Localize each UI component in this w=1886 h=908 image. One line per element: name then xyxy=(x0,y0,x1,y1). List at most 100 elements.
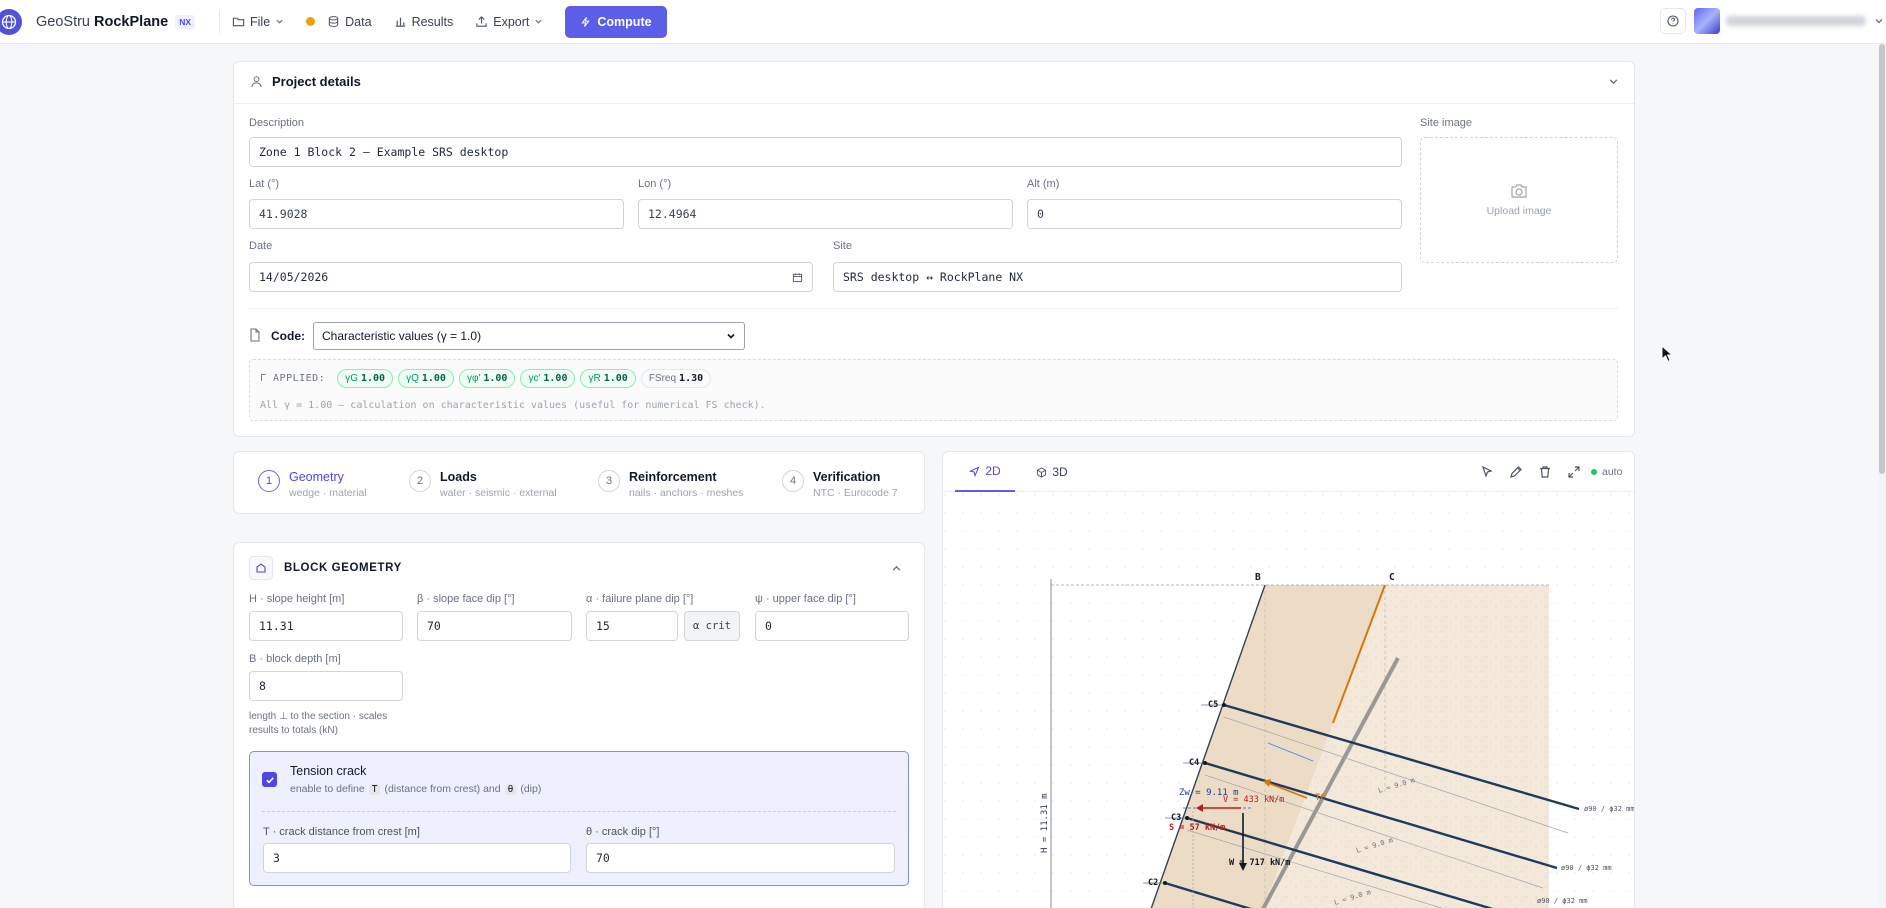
label-s: S = 57 kN/m xyxy=(1169,823,1225,833)
tension-crack-hint: enable to define T (distance from crest)… xyxy=(290,783,541,795)
crack-distance-input[interactable]: 3 xyxy=(263,843,571,873)
data-menu-label: Data xyxy=(345,14,372,29)
project-details-title: Project details xyxy=(272,74,361,89)
file-menu[interactable]: File xyxy=(232,15,284,29)
lat-input[interactable]: 41.9028 xyxy=(249,199,624,229)
step-title: Verification xyxy=(813,470,881,484)
label-c3: C3 xyxy=(1171,813,1181,823)
alt-input[interactable]: 0 xyxy=(1027,199,1402,229)
brand-name: RockPlane xyxy=(94,13,169,30)
avatar[interactable] xyxy=(1694,8,1720,34)
slope-height-input[interactable]: 11.31 xyxy=(249,611,403,641)
tension-crack-checkbox[interactable] xyxy=(262,772,277,787)
project-details-header[interactable]: Project details xyxy=(250,74,361,89)
brand-prefix: GeoStru xyxy=(36,13,90,30)
crack-dip-input[interactable]: 70 xyxy=(586,843,895,873)
globe-icon[interactable] xyxy=(0,8,22,35)
step-geometry[interactable]: 1 Geometry wedge · material xyxy=(258,470,367,499)
crack-dip-label: θ · crack dip [°] xyxy=(586,826,660,838)
upper-face-dip-input[interactable]: 0 xyxy=(755,611,909,641)
chevron-up-icon[interactable] xyxy=(891,563,902,574)
chip-symbol: γφ' xyxy=(466,373,481,384)
date-input[interactable]: 14/05/2026 xyxy=(249,262,813,292)
step-number: 4 xyxy=(782,470,804,492)
expand-icon[interactable] xyxy=(1566,464,1582,480)
compute-button-label: Compute xyxy=(597,14,652,29)
step-subtitle: nails · anchors · meshes xyxy=(629,487,744,499)
results-menu[interactable]: Results xyxy=(394,14,454,29)
chip-value: 1.00 xyxy=(421,373,446,384)
calendar-icon[interactable] xyxy=(792,272,803,283)
results-menu-label: Results xyxy=(411,14,454,29)
step-reinforcement[interactable]: 3 Reinforcement nails · anchors · meshes xyxy=(598,470,743,499)
chip-symbol: γG xyxy=(345,373,358,384)
description-input[interactable]: Zone 1 Block 2 — Example SRS desktop xyxy=(249,137,1402,167)
gamma-chip-g: γG 1.00 xyxy=(337,369,394,388)
gamma-chip-q: γQ 1.00 xyxy=(398,369,454,388)
chevron-down-icon[interactable] xyxy=(1874,16,1884,26)
code-select-value: Characteristic values (γ = 1.0) xyxy=(322,329,482,343)
scrollbar[interactable] xyxy=(1878,44,1886,908)
lon-input[interactable]: 12.4964 xyxy=(638,199,1013,229)
failure-plane-dip-input[interactable]: 15 xyxy=(586,611,678,641)
chip-symbol: γQ xyxy=(406,373,419,384)
chip-value: 1.00 xyxy=(483,373,508,384)
step-number: 2 xyxy=(409,470,431,492)
step-title: Geometry xyxy=(289,470,344,484)
trash-icon[interactable] xyxy=(1537,464,1553,480)
step-title: Loads xyxy=(440,470,477,484)
chip-symbol: FSreq xyxy=(648,373,677,384)
chevron-down-icon xyxy=(727,333,735,339)
failure-plane-dip-label: α · failure plane dip [°] xyxy=(586,593,694,605)
block-depth-input[interactable]: 8 xyxy=(249,671,403,701)
fsreq-chip: FSreq 1.30 xyxy=(640,369,712,388)
node-c5 xyxy=(1222,703,1226,707)
tension-crack-title: Tension crack xyxy=(290,764,367,778)
pointer-icon[interactable] xyxy=(1479,464,1495,480)
step-verification[interactable]: 4 Verification NTC · Eurocode 7 xyxy=(782,470,898,499)
pencil-icon[interactable] xyxy=(1508,464,1524,480)
export-menu[interactable]: Export xyxy=(475,15,543,29)
block-depth-hint: length ⊥ to the section · scales results… xyxy=(249,711,388,736)
step-number: 1 xyxy=(258,470,280,492)
database-icon xyxy=(328,16,339,27)
help-button[interactable] xyxy=(1660,8,1686,34)
chip-symbol: γR xyxy=(588,373,601,384)
chevron-down-icon[interactable] xyxy=(1608,76,1619,87)
data-menu[interactable]: Data xyxy=(327,14,372,29)
alpha-crit-button[interactable]: α crit xyxy=(684,611,740,641)
chip-value: 1.00 xyxy=(603,373,628,384)
step-subtitle: wedge · material xyxy=(289,487,367,499)
scrollbar-thumb[interactable] xyxy=(1879,44,1885,474)
site-label: Site xyxy=(833,240,852,252)
block-depth-label: B · block depth [m] xyxy=(249,653,341,665)
gamma-chip-phi: γφ' 1.00 xyxy=(458,369,516,388)
chevron-down-icon xyxy=(276,19,283,24)
navigation-icon xyxy=(969,465,980,477)
step-number: 3 xyxy=(598,470,620,492)
node-c2 xyxy=(1163,881,1167,885)
tab-3d[interactable]: 3D xyxy=(1027,452,1077,492)
step-subtitle: NTC · Eurocode 7 xyxy=(813,487,898,499)
hint-code-t: T xyxy=(368,783,381,795)
site-input[interactable]: SRS desktop ↔ RockPlane NX xyxy=(833,262,1402,292)
upper-face-dip-label: ψ · upper face dip [°] xyxy=(755,593,856,605)
block-geometry-title: BLOCK GEOMETRY xyxy=(284,562,402,574)
date-value: 14/05/2026 xyxy=(259,270,329,284)
code-select[interactable]: Characteristic values (γ = 1.0) xyxy=(313,322,745,350)
label-c5: C5 xyxy=(1208,700,1218,710)
lat-label: Lat (°) xyxy=(249,178,280,190)
camera-icon xyxy=(1511,184,1527,198)
slope-face-dip-input[interactable]: 70 xyxy=(417,611,572,641)
export-menu-label: Export xyxy=(493,14,530,29)
step-title: Reinforcement xyxy=(629,470,717,484)
tab-2d-label: 2D xyxy=(985,464,1001,478)
label-w: W = 717 kN/m xyxy=(1229,858,1290,868)
upload-image-dropzone[interactable]: Upload image xyxy=(1420,137,1618,263)
tab-2d[interactable]: 2D xyxy=(955,452,1015,492)
block-geometry-header[interactable]: BLOCK GEOMETRY xyxy=(249,556,402,580)
compute-button[interactable]: Compute xyxy=(565,5,667,38)
gamma-chip-c: γc' 1.00 xyxy=(520,369,576,388)
step-loads[interactable]: 2 Loads water · seismic · external xyxy=(409,470,557,499)
user-icon xyxy=(251,76,262,88)
